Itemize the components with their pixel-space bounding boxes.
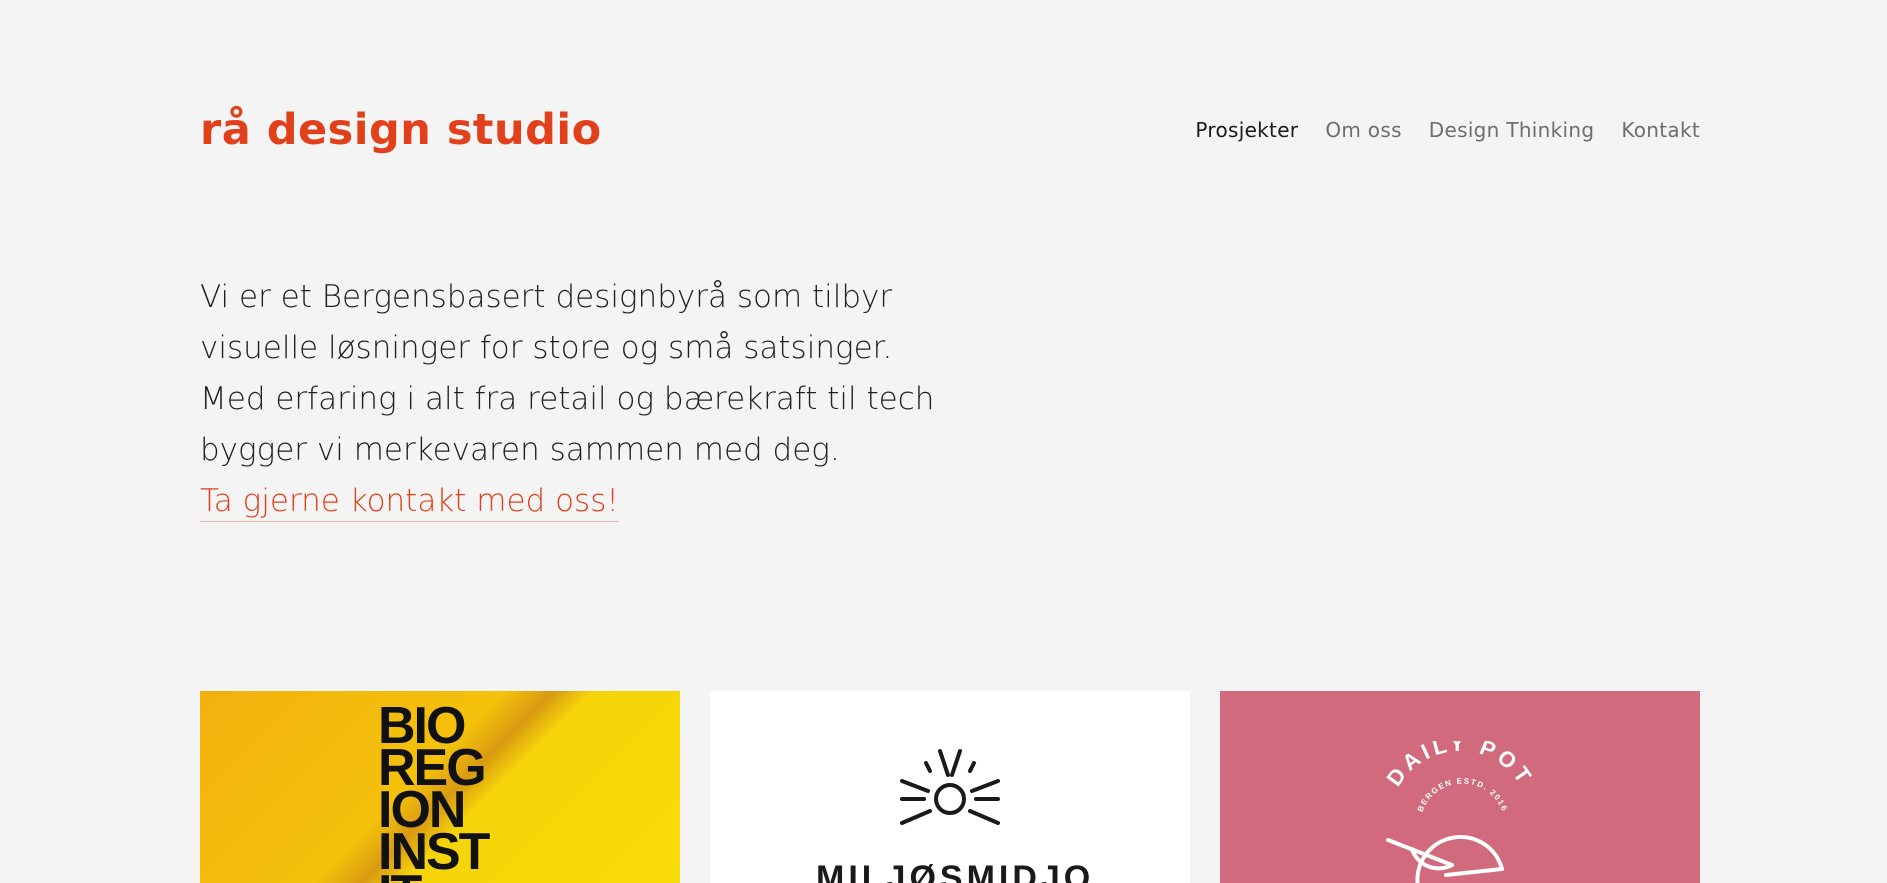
daily-pot-subtitle: BERGEN ESTD. 2016 bbox=[1416, 776, 1508, 813]
project-card-miljosmidjo[interactable]: MILJØSMIDJO bbox=[710, 691, 1190, 883]
project-wordmark: BIO REG ION INST IT bbox=[378, 700, 490, 883]
projects-grid: BIO REG ION INST IT MILJØSMIDJO bbox=[200, 691, 1700, 883]
intro-line: Med erfaring i alt fra retail og bærekra… bbox=[200, 381, 935, 417]
svg-text:BERGEN ESTD. 2016: BERGEN ESTD. 2016 bbox=[1416, 776, 1510, 813]
intro-line: visuelle løsninger for store og små sats… bbox=[200, 330, 893, 366]
intro-text: Vi er et Bergensbasert designbyrå som ti… bbox=[200, 272, 980, 527]
intro-line: bygger vi merkevaren sammen med deg. bbox=[200, 432, 840, 468]
nav-item-om-oss[interactable]: Om oss bbox=[1325, 118, 1401, 142]
bowl-icon: DAILY POT BERGEN ESTD. 2016 bbox=[1382, 741, 1535, 883]
main-nav: Prosjekter Om oss Design Thinking Kontak… bbox=[1195, 118, 1700, 142]
sun-rays-icon bbox=[900, 749, 1000, 825]
intro-line: Vi er et Bergensbasert designbyrå som ti… bbox=[200, 279, 893, 315]
project-wordmark: MILJØSMIDJO bbox=[816, 859, 1095, 883]
project-card-daily-pot[interactable]: DAILY POT BERGEN ESTD. 2016 bbox=[1220, 691, 1700, 883]
project-card-bio-region[interactable]: BIO REG ION INST IT bbox=[200, 691, 680, 883]
contact-cta-link[interactable]: Ta gjerne kontakt med oss! bbox=[200, 481, 619, 522]
nav-item-design-thinking[interactable]: Design Thinking bbox=[1429, 118, 1595, 142]
site-logo[interactable]: rå design studio bbox=[200, 105, 602, 155]
nav-item-prosjekter[interactable]: Prosjekter bbox=[1195, 118, 1298, 142]
nav-item-kontakt[interactable]: Kontakt bbox=[1621, 118, 1700, 142]
site-header: rå design studio Prosjekter Om oss Desig… bbox=[200, 100, 1700, 160]
